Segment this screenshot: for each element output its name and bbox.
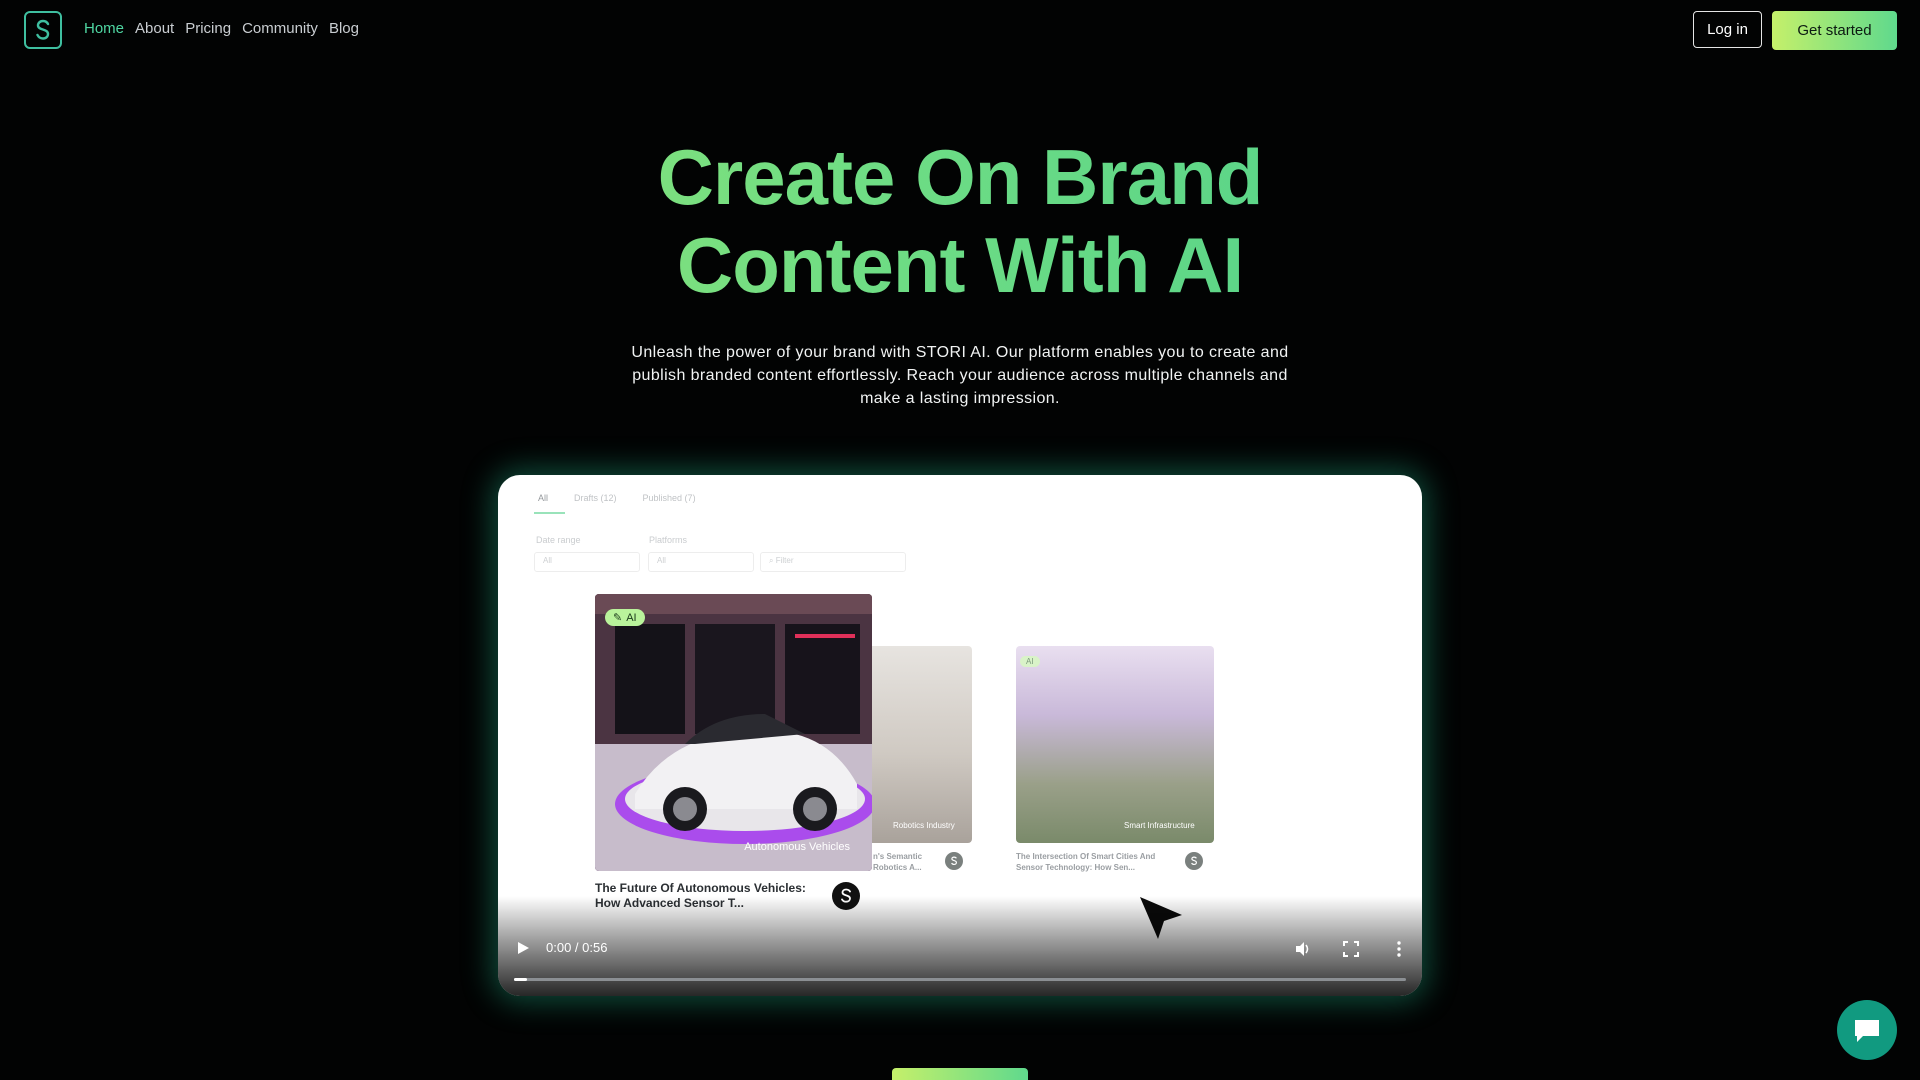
hero-title-line1: Create On Brand bbox=[0, 133, 1920, 221]
card-autonomous-vehicles: ✎ AI Autonomous Vehicles bbox=[595, 594, 872, 871]
nav-community[interactable]: Community bbox=[242, 20, 318, 37]
hero-title: Create On Brand Content With AI bbox=[0, 133, 1920, 309]
nav-links: Home About Pricing Community Blog bbox=[84, 20, 359, 37]
fullscreen-icon[interactable] bbox=[1342, 940, 1360, 958]
demo-tabs: All Drafts (12) Published (7) bbox=[533, 493, 696, 514]
get-started-button[interactable]: Get started bbox=[1772, 11, 1897, 50]
hero-title-line2: Content With AI bbox=[0, 221, 1920, 309]
nav-about[interactable]: About bbox=[135, 20, 174, 37]
nav-pricing[interactable]: Pricing bbox=[185, 20, 231, 37]
video-progress[interactable] bbox=[514, 978, 1406, 981]
stori-avatar-icon bbox=[1185, 852, 1203, 870]
card-robotics-label: Robotics Industry bbox=[893, 821, 955, 830]
platforms-select: All bbox=[648, 552, 754, 572]
car-image bbox=[595, 594, 872, 871]
video-controls: 0:00 / 0:56 bbox=[498, 896, 1422, 996]
login-button[interactable]: Log in bbox=[1693, 11, 1762, 48]
card-smart-label: Smart Infrastructure bbox=[1124, 821, 1195, 830]
demo-tab-published: Published (7) bbox=[642, 493, 696, 503]
logo-icon[interactable] bbox=[24, 11, 62, 49]
nav-home[interactable]: Home bbox=[84, 20, 124, 37]
play-icon[interactable] bbox=[516, 941, 530, 955]
search-icon: ⌕ bbox=[769, 556, 776, 565]
demo-video[interactable]: All Drafts (12) Published (7) Date range… bbox=[498, 475, 1422, 996]
demo-tab-all: All bbox=[533, 493, 566, 514]
card-label: Autonomous Vehicles bbox=[744, 841, 850, 853]
card-smart-caption: The Intersection Of Smart Cities And Sen… bbox=[1016, 852, 1156, 872]
demo-tab-drafts: Drafts (12) bbox=[574, 493, 617, 503]
more-icon[interactable] bbox=[1390, 940, 1408, 958]
bottom-cta-button[interactable] bbox=[892, 1068, 1028, 1080]
ai-badge: AI bbox=[1020, 656, 1040, 667]
nav-blog[interactable]: Blog bbox=[329, 20, 359, 37]
card-robotics-caption: n's Semantic Robotics A... bbox=[873, 852, 923, 872]
date-range-label: Date range bbox=[536, 535, 581, 545]
wand-icon: ✎ bbox=[613, 612, 623, 624]
card-smart-infrastructure bbox=[1016, 646, 1214, 843]
card-robotics bbox=[872, 646, 972, 843]
stori-avatar-icon bbox=[945, 852, 963, 870]
top-nav: Home About Pricing Community Blog Log in… bbox=[0, 0, 1920, 60]
date-range-select: All bbox=[534, 552, 640, 572]
video-progress-fill bbox=[514, 978, 528, 981]
filter-search: ⌕ Filter bbox=[760, 552, 906, 572]
platforms-label: Platforms bbox=[649, 535, 688, 545]
ai-badge: ✎ AI bbox=[605, 609, 645, 626]
chat-icon[interactable] bbox=[1837, 1000, 1897, 1060]
video-time: 0:00 / 0:56 bbox=[546, 940, 608, 955]
hero-subtitle: Unleash the power of your brand with STO… bbox=[631, 344, 1289, 407]
volume-icon[interactable] bbox=[1294, 940, 1312, 958]
